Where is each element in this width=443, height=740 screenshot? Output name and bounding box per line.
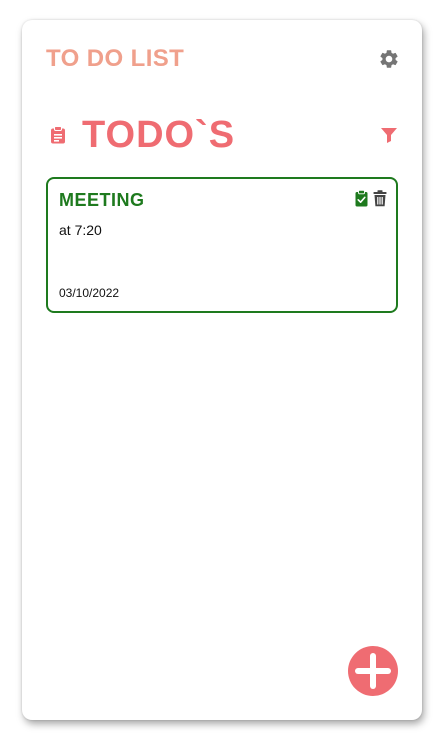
trash-icon[interactable] (373, 190, 387, 207)
todo-description: at 7:20 (59, 222, 102, 238)
clipboard-check-icon[interactable] (355, 189, 368, 207)
app-card: TO DO LIST TODO`S MEETING at 7:20 03/10/… (22, 20, 422, 720)
add-todo-button[interactable] (348, 646, 398, 696)
todo-title: MEETING (59, 190, 145, 210)
gear-icon[interactable] (378, 48, 400, 70)
todo-card[interactable]: MEETING at 7:20 03/10/2022 (46, 177, 398, 313)
clipboard-icon (50, 126, 66, 144)
app-title: TO DO LIST (46, 45, 185, 72)
section-title: TODO`S (82, 114, 236, 156)
todo-date: 03/10/2022 (59, 286, 120, 300)
filter-icon[interactable] (380, 126, 398, 144)
